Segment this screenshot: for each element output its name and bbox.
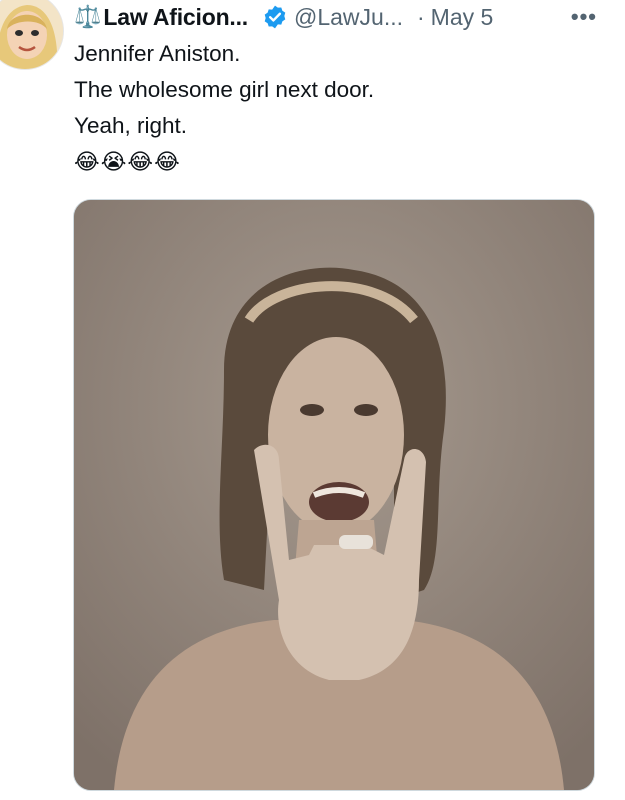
author-handle[interactable]: @LawJu...: [294, 4, 403, 31]
avatar[interactable]: [0, 0, 64, 70]
author-name[interactable]: Law Aficion...: [103, 4, 248, 31]
tweet-date[interactable]: May 5: [431, 4, 494, 31]
verified-badge-icon[interactable]: [262, 4, 288, 30]
sepia-portrait-photo-icon: [74, 200, 594, 790]
tweet-text: Jennifer Aniston. The wholesome girl nex…: [74, 36, 374, 180]
scales-emoji: ⚖️: [74, 4, 102, 29]
tweet-text-line: The wholesome girl next door.: [74, 77, 375, 102]
tweet-photo[interactable]: [73, 199, 595, 791]
separator-dot: ·: [417, 3, 425, 30]
tweet-emoji-line: 😂😭😂😂: [74, 149, 181, 174]
tweet-text-line: Yeah, right.: [74, 113, 188, 138]
tweet-header: ⚖️ Law Aficion... @LawJu... · May 5 •••: [74, 0, 619, 34]
author-name-group[interactable]: ⚖️ Law Aficion...: [74, 4, 248, 31]
cartoon-woman-avatar-icon: [0, 0, 63, 69]
tweet-text-line: Jennifer Aniston.: [74, 41, 241, 66]
more-options-icon[interactable]: •••: [571, 4, 597, 30]
